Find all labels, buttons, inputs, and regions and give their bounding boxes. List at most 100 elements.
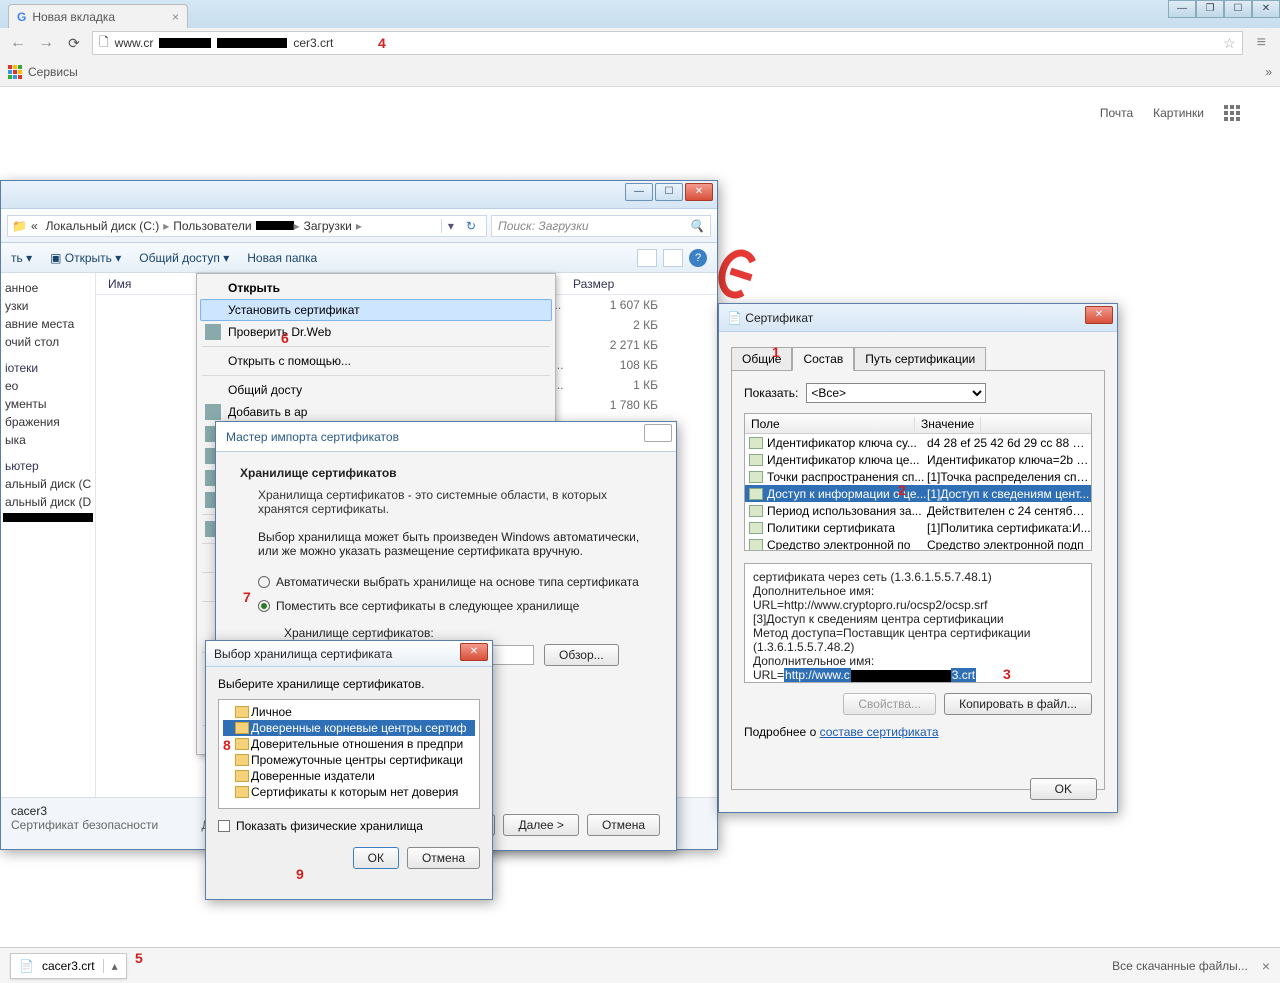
cert-detail-text[interactable]: сертификата через сеть (1.3.6.1.5.5.7.48…	[744, 563, 1092, 683]
cancel-button[interactable]: Отмена	[587, 814, 660, 836]
menu-icon[interactable]: ≡	[1251, 34, 1272, 52]
nav-item[interactable]: ументы	[3, 395, 93, 413]
close-button[interactable]: ✕	[685, 183, 713, 201]
apps-grid-icon[interactable]	[1224, 105, 1240, 121]
nav-item[interactable]: ео	[3, 377, 93, 395]
ctx-addrar[interactable]: Добавить в ар	[200, 401, 552, 423]
copy-to-file-button[interactable]: Копировать в файл...	[944, 693, 1092, 715]
ok-button[interactable]: OK	[1030, 778, 1097, 800]
tree-node[interactable]: Личное	[223, 704, 475, 720]
breadcrumb[interactable]: 📁 « Локальный диск (C:)▸ Пользователи ▸ …	[7, 215, 487, 237]
browse-button[interactable]: Обзор...	[544, 644, 619, 666]
col-value[interactable]: Значение	[915, 417, 981, 431]
nav-item[interactable]: бражения	[3, 413, 93, 431]
overflow-chevron-icon[interactable]: »	[1265, 65, 1272, 79]
nav-item[interactable]: авние места	[3, 315, 93, 333]
ctx-share[interactable]: Общий досту	[200, 379, 552, 401]
close-button[interactable]: ✕	[1252, 0, 1280, 18]
tab-strip: G Новая вкладка ×	[0, 0, 1280, 28]
tab-path[interactable]: Путь сертификации	[854, 347, 986, 371]
ext-icon	[749, 505, 763, 517]
forward-button[interactable]: →	[36, 33, 56, 53]
crumb-seg[interactable]: Локальный диск (C:)	[42, 219, 164, 233]
tree-node[interactable]: Промежуточные центры сертификаци	[223, 752, 475, 768]
maximize-button[interactable]: ☐	[1224, 0, 1252, 18]
restore-button[interactable]: ❐	[1196, 0, 1224, 18]
share-item[interactable]: Общий доступ ▾	[139, 251, 229, 265]
organize-menu[interactable]: ть ▾	[11, 251, 32, 265]
learn-more-link[interactable]: составе сертификата	[820, 725, 939, 739]
nav-item[interactable]: узки	[3, 297, 93, 315]
nav-item[interactable]: ыка	[3, 431, 93, 449]
explorer-search[interactable]: Поиск: Загрузки 🔍	[491, 215, 711, 237]
nav-item[interactable]: альный диск (D	[3, 493, 93, 511]
tab-details[interactable]: Состав	[792, 347, 854, 371]
wizard-desc: Хранилища сертификатов - это системные о…	[258, 488, 652, 516]
view-icon[interactable]	[637, 249, 657, 267]
radio-icon[interactable]	[258, 576, 270, 588]
tab-general[interactable]: Общие	[731, 347, 792, 371]
properties-button[interactable]: Свойства...	[843, 693, 936, 715]
ext-icon	[749, 539, 763, 551]
ctx-drweb[interactable]: Проверить Dr.Web	[200, 321, 552, 343]
apps-icon[interactable]	[8, 65, 22, 79]
wizard-opt-manual[interactable]: Поместить все сертификаты в следующее хр…	[258, 594, 652, 618]
tree-node[interactable]: Доверенные издатели	[223, 768, 475, 784]
search-icon: 🔍	[689, 219, 704, 233]
wizard-opt-auto[interactable]: Автоматически выбрать хранилище на основ…	[258, 570, 652, 594]
col-field[interactable]: Поле	[745, 417, 915, 431]
next-button[interactable]: Далее >	[503, 814, 579, 836]
radio-icon[interactable]	[258, 600, 270, 612]
ctx-install-cert[interactable]: Установить сертификат	[200, 299, 552, 321]
cert-titlebar[interactable]: 📄 Сертификат ✕	[719, 304, 1117, 332]
close-tab-icon[interactable]: ×	[172, 10, 179, 24]
show-physical-row[interactable]: Показать физические хранилища	[218, 819, 480, 833]
crumb-seg[interactable]: Загрузки	[300, 219, 356, 233]
back-button[interactable]: ←	[8, 33, 28, 53]
redacted	[159, 38, 211, 48]
open-item[interactable]: ▣ Открыть ▾	[50, 251, 121, 265]
minimize-button[interactable]: —	[625, 183, 653, 201]
show-all-downloads[interactable]: Все скачанные файлы...	[1112, 959, 1248, 973]
close-bar-icon[interactable]: ×	[1262, 958, 1270, 974]
cancel-button[interactable]: Отмена	[407, 847, 480, 869]
browser-tab[interactable]: G Новая вкладка ×	[8, 4, 188, 28]
close-button[interactable]: ✕	[460, 643, 488, 661]
nav-item[interactable]: очий стол	[3, 333, 93, 351]
tree-node-selected[interactable]: Доверенные корневые центры сертиф	[223, 720, 475, 736]
store-tree[interactable]: Личное Доверенные корневые центры сертиф…	[218, 699, 480, 809]
ctx-open[interactable]: Открыть	[200, 277, 552, 299]
images-link[interactable]: Картинки	[1153, 106, 1204, 120]
show-select[interactable]: <Все>	[806, 383, 986, 403]
ok-button[interactable]: ОК	[353, 847, 399, 869]
tree-node[interactable]: Сертификаты к которым нет доверия	[223, 784, 475, 800]
nav-header[interactable]: іотеки	[3, 359, 93, 377]
help-icon[interactable]: ?	[689, 249, 707, 267]
ext-icon	[749, 522, 763, 534]
mail-link[interactable]: Почта	[1100, 106, 1133, 120]
newfolder-item[interactable]: Новая папка	[247, 251, 317, 265]
nav-header[interactable]: ьютер	[3, 457, 93, 475]
apps-label[interactable]: Сервисы	[28, 65, 78, 79]
close-button[interactable]: ✕	[644, 424, 672, 442]
reload-button[interactable]: ⟳	[64, 33, 84, 53]
ctx-openwith[interactable]: Открыть с помощью...	[200, 350, 552, 372]
cert-field-grid[interactable]: ПолеЗначение Идентификатор ключа су...d4…	[744, 413, 1092, 551]
tree-node[interactable]: Доверительные отношения в предпри	[223, 736, 475, 752]
download-chip[interactable]: 📄 cacer3.crt ▴	[10, 953, 127, 979]
nav-item[interactable]: альный диск (C	[3, 475, 93, 493]
address-bar[interactable]: 🗋 www.cr cer3.crt ☆	[92, 31, 1243, 55]
close-button[interactable]: ✕	[1085, 306, 1113, 324]
minimize-button[interactable]: —	[1168, 0, 1196, 18]
picker-titlebar[interactable]: Выбор хранилища сертификата ✕	[206, 641, 492, 667]
maximize-button[interactable]: ☐	[655, 183, 683, 201]
crumb-seg[interactable]: Пользователи	[169, 219, 255, 233]
bookmark-star-icon[interactable]: ☆	[1223, 35, 1236, 52]
download-dropdown-icon[interactable]: ▴	[103, 959, 118, 973]
bookmarks-bar: Сервисы »	[0, 58, 1280, 86]
checkbox-icon[interactable]	[218, 820, 230, 832]
wizard-titlebar[interactable]: Мастер импорта сертификатов ✕	[216, 422, 676, 452]
preview-icon[interactable]	[663, 249, 683, 267]
nav-item[interactable]: анное	[3, 279, 93, 297]
explorer-titlebar[interactable]: — ☐ ✕	[1, 181, 717, 209]
